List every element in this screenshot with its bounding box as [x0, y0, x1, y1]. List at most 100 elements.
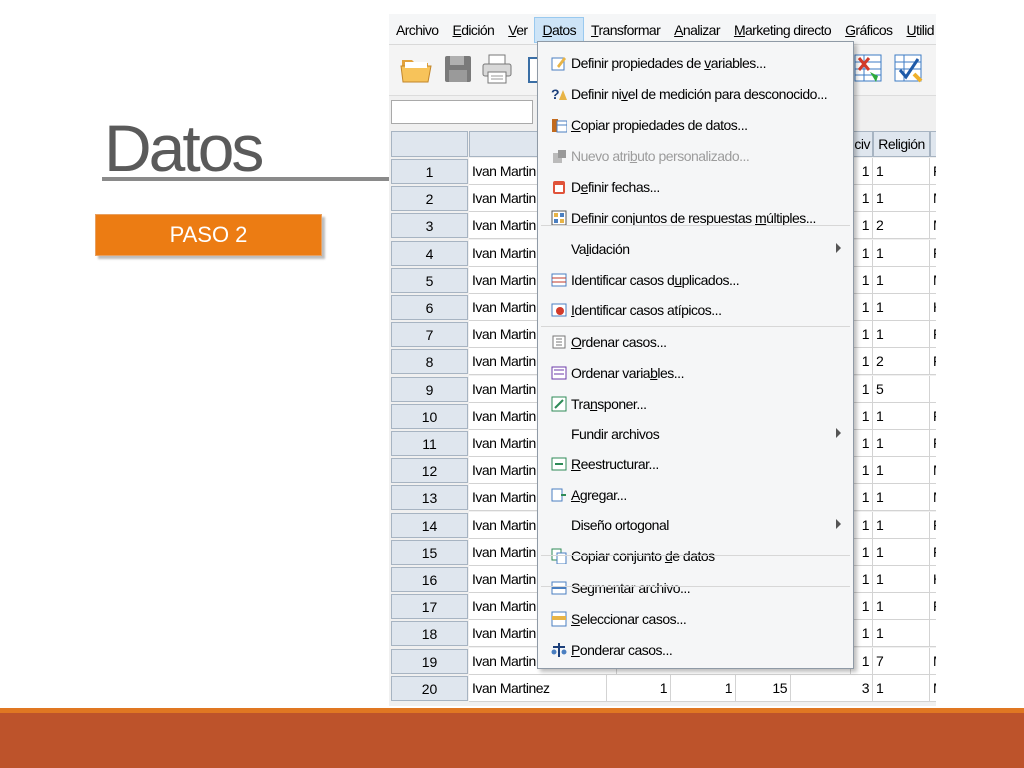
variable-properties-menu-item[interactable]: Definir propiedades de variables...	[538, 48, 853, 78]
cell-religion[interactable]: 1	[873, 185, 930, 213]
row-number[interactable]: 16	[391, 567, 468, 592]
cell-civ[interactable]: 1	[851, 511, 873, 539]
cell-religion[interactable]: 1	[873, 538, 930, 566]
sort-variables-menu-item[interactable]: Ordenar variables...	[538, 358, 853, 388]
cell-religion[interactable]: 1	[873, 294, 930, 321]
cell-next[interactable]: F	[930, 593, 936, 621]
cell-civ[interactable]: 1	[851, 402, 873, 430]
cell-religion[interactable]: 2	[873, 212, 930, 240]
cell-next[interactable]: H	[930, 566, 936, 593]
cell-civ[interactable]: 1	[851, 538, 873, 566]
column-header-civ[interactable]: civ	[851, 131, 873, 157]
cell-religion[interactable]: 1	[873, 593, 930, 621]
open-folder-icon[interactable]	[399, 52, 433, 86]
cell-next[interactable]: F	[930, 511, 936, 539]
cell-civ[interactable]: 1	[851, 430, 873, 457]
cell-religion[interactable]: 1	[873, 566, 930, 593]
row-number[interactable]: 14	[391, 512, 468, 538]
menu-edicion[interactable]: Edición	[445, 15, 501, 43]
restructure-menu-item[interactable]: Reestructurar...	[538, 449, 853, 479]
duplicate-cases-menu-item[interactable]: Identificar casos duplicados...	[538, 265, 853, 295]
cell-civ[interactable]: 1	[851, 593, 873, 621]
cell-next[interactable]: M	[930, 457, 936, 485]
menu-transformar[interactable]: Transformar	[584, 15, 667, 43]
cell-religion[interactable]: 1	[873, 266, 930, 294]
cell-next[interactable]: M	[930, 185, 936, 213]
row-number[interactable]: 13	[391, 485, 468, 511]
cell-civ[interactable]: 1	[851, 647, 873, 675]
row-number[interactable]: 11	[391, 431, 468, 456]
cell-next[interactable]: H	[930, 294, 936, 321]
row-number[interactable]: 5	[391, 267, 468, 293]
row-number[interactable]: 4	[391, 240, 468, 266]
cell-civ[interactable]: 1	[851, 294, 873, 321]
cell-civ[interactable]: 1	[851, 457, 873, 485]
cell-religion[interactable]: 1	[873, 321, 930, 349]
cell-value[interactable]: 1	[671, 674, 736, 702]
menu-analizar[interactable]: Analizar	[667, 15, 727, 43]
cell-next[interactable]: F	[930, 239, 936, 267]
cell-civ[interactable]: 1	[851, 239, 873, 267]
row-number[interactable]: 9	[391, 376, 468, 402]
row-number[interactable]: 18	[391, 621, 468, 647]
cell-religion[interactable]: 2	[873, 348, 930, 376]
cell-next[interactable]: M	[930, 674, 936, 702]
cell-civ[interactable]: 1	[851, 212, 873, 240]
weight-cases-menu-item[interactable]: Ponderar casos...	[538, 635, 853, 665]
row-number[interactable]: 19	[391, 648, 468, 674]
transpose-menu-item[interactable]: Transponer...	[538, 389, 853, 419]
validation-menu-item[interactable]: Validación	[538, 234, 853, 264]
grid-corner[interactable]	[391, 131, 468, 157]
copy-dataset-menu-item[interactable]: Copiar conjunto de datos	[538, 541, 853, 571]
unusual-cases-menu-item[interactable]: Identificar casos atípicos...	[538, 295, 853, 325]
cell-religion[interactable]: 1	[873, 457, 930, 485]
cell-religion[interactable]: 1	[873, 239, 930, 267]
cell-civ[interactable]: 3	[791, 674, 873, 702]
cell-next[interactable]	[930, 620, 936, 648]
aggregate-menu-item[interactable]: Agregar...	[538, 480, 853, 510]
menu-graficos[interactable]: Gráficos	[838, 15, 899, 43]
cell-next[interactable]: F	[930, 321, 936, 349]
row-number[interactable]: 20	[391, 675, 468, 701]
cell-next[interactable]: F	[930, 348, 936, 376]
row-number[interactable]: 3	[391, 213, 468, 239]
menu-ver[interactable]: Ver	[501, 15, 534, 43]
row-number[interactable]: 17	[391, 594, 468, 620]
cell-civ[interactable]: 1	[851, 158, 873, 185]
select-cases-menu-item[interactable]: Seleccionar casos...	[538, 604, 853, 634]
print-icon[interactable]	[480, 52, 514, 86]
cell-civ[interactable]: 1	[851, 348, 873, 376]
cell-next[interactable]: M	[930, 647, 936, 675]
cell-religion[interactable]: 7	[873, 647, 930, 675]
row-number[interactable]: 6	[391, 295, 468, 320]
weight-cases-icon[interactable]	[892, 52, 926, 86]
row-number[interactable]: 12	[391, 458, 468, 484]
cell-civ[interactable]: 1	[851, 620, 873, 648]
split-file-menu-item[interactable]: Segmentar archivo...	[538, 573, 853, 603]
menu-datos[interactable]: Datos	[534, 17, 585, 43]
multiple-response-menu-item[interactable]: Definir conjuntos de respuestas múltiple…	[538, 203, 853, 233]
cell-next[interactable]: M	[930, 212, 936, 240]
cell-next[interactable]: M	[930, 484, 936, 512]
define-dates-menu-item[interactable]: Definir fechas...	[538, 172, 853, 202]
cell-civ[interactable]: 1	[851, 185, 873, 213]
copy-properties-menu-item[interactable]: Copiar propiedades de datos...	[538, 110, 853, 140]
cell-next[interactable]: F	[930, 158, 936, 185]
cell-name[interactable]: Ivan Martinez	[469, 674, 607, 702]
row-number[interactable]: 8	[391, 349, 468, 375]
dialog-recall-icon[interactable]	[519, 52, 539, 86]
cell-religion[interactable]: 1	[873, 484, 930, 512]
cell-value[interactable]: 1	[607, 674, 671, 702]
cell-reference-box[interactable]	[391, 100, 533, 124]
orthogonal-design-menu-item[interactable]: Diseño ortogonal	[538, 510, 853, 540]
cell-value[interactable]: 15	[736, 674, 791, 702]
cell-civ[interactable]: 1	[851, 484, 873, 512]
menu-utilidades[interactable]: Utilid	[899, 15, 936, 43]
cell-religion[interactable]: 1	[873, 402, 930, 430]
cell-civ[interactable]: 1	[851, 321, 873, 349]
cell-next[interactable]: F	[930, 430, 936, 457]
row-number[interactable]: 2	[391, 186, 468, 212]
cell-next[interactable]: M	[930, 266, 936, 294]
sort-cases-menu-item[interactable]: Ordenar casos...	[538, 327, 853, 357]
menu-marketing-directo[interactable]: Marketing directo	[727, 15, 838, 43]
